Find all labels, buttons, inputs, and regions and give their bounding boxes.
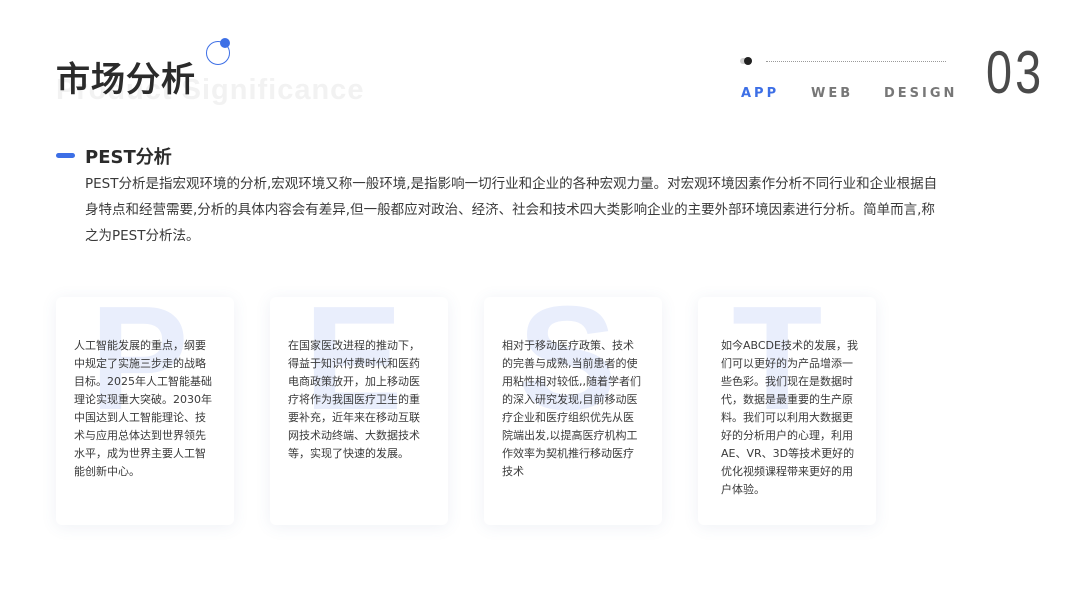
card-text: 如今ABCDE技术的发展，我们可以更好的为产品增添一些色彩。我们现在是数据时代，… xyxy=(721,339,858,496)
nav-item-app[interactable]: APP xyxy=(741,86,779,101)
top-nav: APP WEB DESIGN xyxy=(741,86,954,102)
section-accent-bar xyxy=(56,153,75,158)
page-number: 03 xyxy=(986,39,1045,106)
dotted-divider xyxy=(766,61,946,62)
card-text: 相对于移动医疗政策、技术的完善与成熟,当前患者的使用粘性相对较低,,随着学者们的… xyxy=(502,339,641,478)
pager-dot-active xyxy=(744,57,752,65)
pest-card-political: P 人工智能发展的重点，纲要中规定了实施三步走的战略目标。2025年人工智能基础… xyxy=(56,297,234,525)
pest-card-technological: T 如今ABCDE技术的发展，我们可以更好的为产品增添一些色彩。我们现在是数据时… xyxy=(698,297,876,525)
card-text: 在国家医改进程的推动下，得益于知识付费时代和医药电商政策放开，加上移动医疗将作为… xyxy=(288,339,420,460)
pest-card-economic: E 在国家医改进程的推动下，得益于知识付费时代和医药电商政策放开，加上移动医疗将… xyxy=(270,297,448,525)
card-text: 人工智能发展的重点，纲要中规定了实施三步走的战略目标。2025年人工智能基础理论… xyxy=(74,339,212,478)
nav-item-web[interactable]: WEB xyxy=(811,86,853,101)
nav-item-design[interactable]: DESIGN xyxy=(884,86,957,101)
section-description: PEST分析是指宏观环境的分析,宏观环境又称一般环境,是指影响一切行业和企业的各… xyxy=(85,176,938,244)
page-title: 市场分析 xyxy=(56,60,196,100)
pest-card-social: S 相对于移动医疗政策、技术的完善与成熟,当前患者的使用粘性相对较低,,随着学者… xyxy=(484,297,662,525)
section-title: PEST分析 xyxy=(85,147,172,168)
pager-indicator xyxy=(740,57,756,65)
decorative-dot-icon xyxy=(220,38,230,48)
